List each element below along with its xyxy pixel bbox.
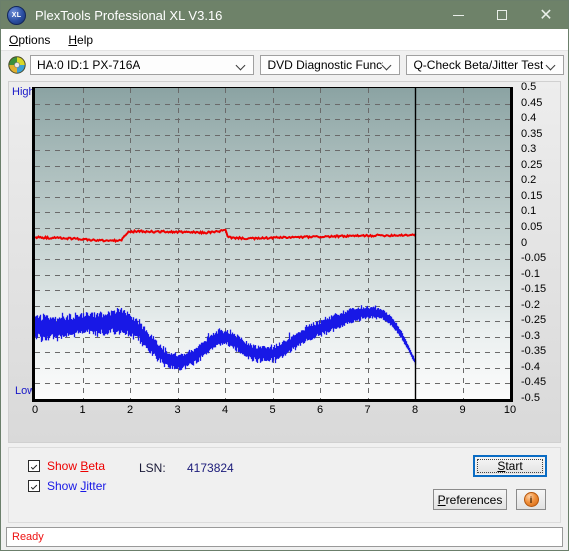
show-jitter-pre: Show — [47, 479, 81, 493]
drive-select[interactable]: HA:0 ID:1 PX-716A — [30, 55, 255, 75]
x-axis-labels: 0 1 2 3 4 5 6 7 8 9 10 — [32, 404, 516, 420]
menu-bar: Options Help — [1, 29, 568, 51]
prefs-accel: P — [437, 492, 446, 507]
plot-svg — [35, 88, 510, 399]
menu-item-help[interactable]: Help — [68, 33, 93, 47]
x-tick-label: 4 — [221, 404, 229, 416]
show-jitter-checkbox[interactable] — [28, 480, 40, 492]
x-tick-label: 2 — [126, 404, 134, 416]
y-tick-label: 0.35 — [521, 127, 543, 140]
chevron-down-icon — [237, 61, 246, 70]
preferences-button[interactable]: Preferences — [433, 489, 507, 510]
close-icon: ✕ — [539, 7, 553, 24]
x-tick-label: 5 — [269, 404, 276, 416]
x-tick-label: 10 — [503, 404, 517, 416]
y-tick-label: 0 — [521, 236, 528, 249]
y-tick-label: -0.1 — [521, 267, 540, 280]
x-tick-label: 3 — [174, 404, 181, 416]
controls-panel: Show Beta Show Jitter LSN: 4173824 Start… — [8, 447, 561, 523]
y-tick-label: 0.15 — [521, 189, 543, 202]
test-select-value: Q-Check Beta/Jitter Test — [413, 58, 544, 72]
start-button-label: Start — [497, 459, 522, 473]
y-tick-label: -0.25 — [521, 314, 547, 327]
window-controls: ✕ — [436, 1, 568, 29]
chart-frame: High Low 0.5 0.45 0.4 0.35 0.3 0.25 0.2 0.15 0.1… — [8, 81, 561, 443]
x-tick-label: 8 — [411, 404, 419, 416]
menu-help-rest: elp — [77, 32, 94, 47]
info-icon: i — [523, 492, 539, 507]
y-tick-label: 0.2 — [521, 174, 537, 187]
y-tick-label: 0.4 — [521, 112, 537, 125]
y-tick-label: 0.1 — [521, 205, 537, 218]
minimize-button[interactable] — [436, 1, 480, 29]
y-tick-label: 0.05 — [521, 220, 543, 233]
show-beta-label: Show Beta — [47, 459, 105, 473]
menu-options-rest: ptions — [18, 32, 51, 47]
x-tick-label: 0 — [31, 404, 39, 416]
status-bar: Ready — [6, 527, 563, 547]
y-tick-label: -0.35 — [521, 345, 547, 358]
close-button[interactable]: ✕ — [524, 1, 568, 29]
y-tick-label: 0.25 — [521, 158, 543, 171]
lsn-value: 4173824 — [187, 461, 234, 475]
show-beta-post: eta — [88, 459, 106, 473]
y-tick-label: -0.5 — [521, 392, 540, 404]
title-bar: XL PlexTools Professional XL V3.16 ✕ — [1, 1, 568, 29]
menu-options-accel: O — [9, 32, 19, 47]
maximize-icon — [497, 10, 507, 20]
menu-item-options[interactable]: Options — [9, 33, 50, 47]
show-jitter-label: Show Jitter — [47, 479, 106, 493]
window-title: PlexTools Professional XL V3.16 — [35, 7, 223, 23]
chevron-down-icon — [547, 61, 556, 70]
show-beta-checkbox-row[interactable]: Show Beta — [28, 459, 105, 473]
prefs-rest: references — [445, 492, 503, 507]
start-button[interactable]: Start — [473, 455, 547, 477]
minimize-icon — [452, 14, 464, 16]
start-rest: tart — [505, 459, 523, 473]
y-tick-label: -0.15 — [521, 283, 547, 296]
maximize-button[interactable] — [480, 1, 524, 29]
x-tick-label: 1 — [79, 404, 86, 416]
x-tick-label: 7 — [364, 404, 371, 416]
main-window: XL PlexTools Professional XL V3.16 ✕ Opt… — [0, 0, 569, 551]
info-button[interactable]: i — [516, 489, 546, 510]
menu-help-accel: H — [68, 32, 78, 47]
status-text: Ready — [12, 531, 44, 543]
toolbar: HA:0 ID:1 PX-716A DVD Diagnostic Functio… — [1, 51, 568, 79]
cd-disc-icon — [8, 56, 26, 74]
plot-canvas — [32, 87, 513, 402]
show-jitter-post: itter — [86, 479, 107, 493]
test-select[interactable]: Q-Check Beta/Jitter Test — [406, 55, 564, 75]
chevron-down-icon — [383, 61, 392, 70]
x-tick-label: 6 — [316, 404, 324, 416]
show-beta-checkbox[interactable] — [28, 460, 40, 472]
show-beta-pre: Show — [47, 459, 81, 473]
y-tick-label: 0.45 — [521, 96, 543, 109]
y-tick-label: -0.45 — [521, 376, 547, 389]
function-select[interactable]: DVD Diagnostic Functions — [260, 55, 401, 75]
chart-panel: High Low 0.5 0.45 0.4 0.35 0.3 0.25 0.2 0.15 0.1… — [1, 79, 568, 447]
y-tick-label: 0.3 — [521, 143, 537, 156]
y-tick-label: 0.5 — [521, 81, 537, 93]
preferences-button-label: Preferences — [438, 493, 503, 507]
lsn-label: LSN: — [139, 461, 166, 475]
x-tick-label: 9 — [459, 404, 466, 416]
show-jitter-checkbox-row[interactable]: Show Jitter — [28, 479, 106, 493]
y-tick-label: -0.2 — [521, 298, 540, 311]
function-select-value: DVD Diagnostic Functions — [267, 58, 383, 72]
y-tick-label: -0.05 — [521, 252, 547, 265]
plot-area — [32, 87, 513, 402]
y-tick-label: -0.3 — [521, 329, 540, 342]
xl-app-icon: XL — [7, 5, 26, 25]
drive-select-value: HA:0 ID:1 PX-716A — [37, 58, 141, 72]
y-tick-label: -0.4 — [521, 360, 540, 373]
